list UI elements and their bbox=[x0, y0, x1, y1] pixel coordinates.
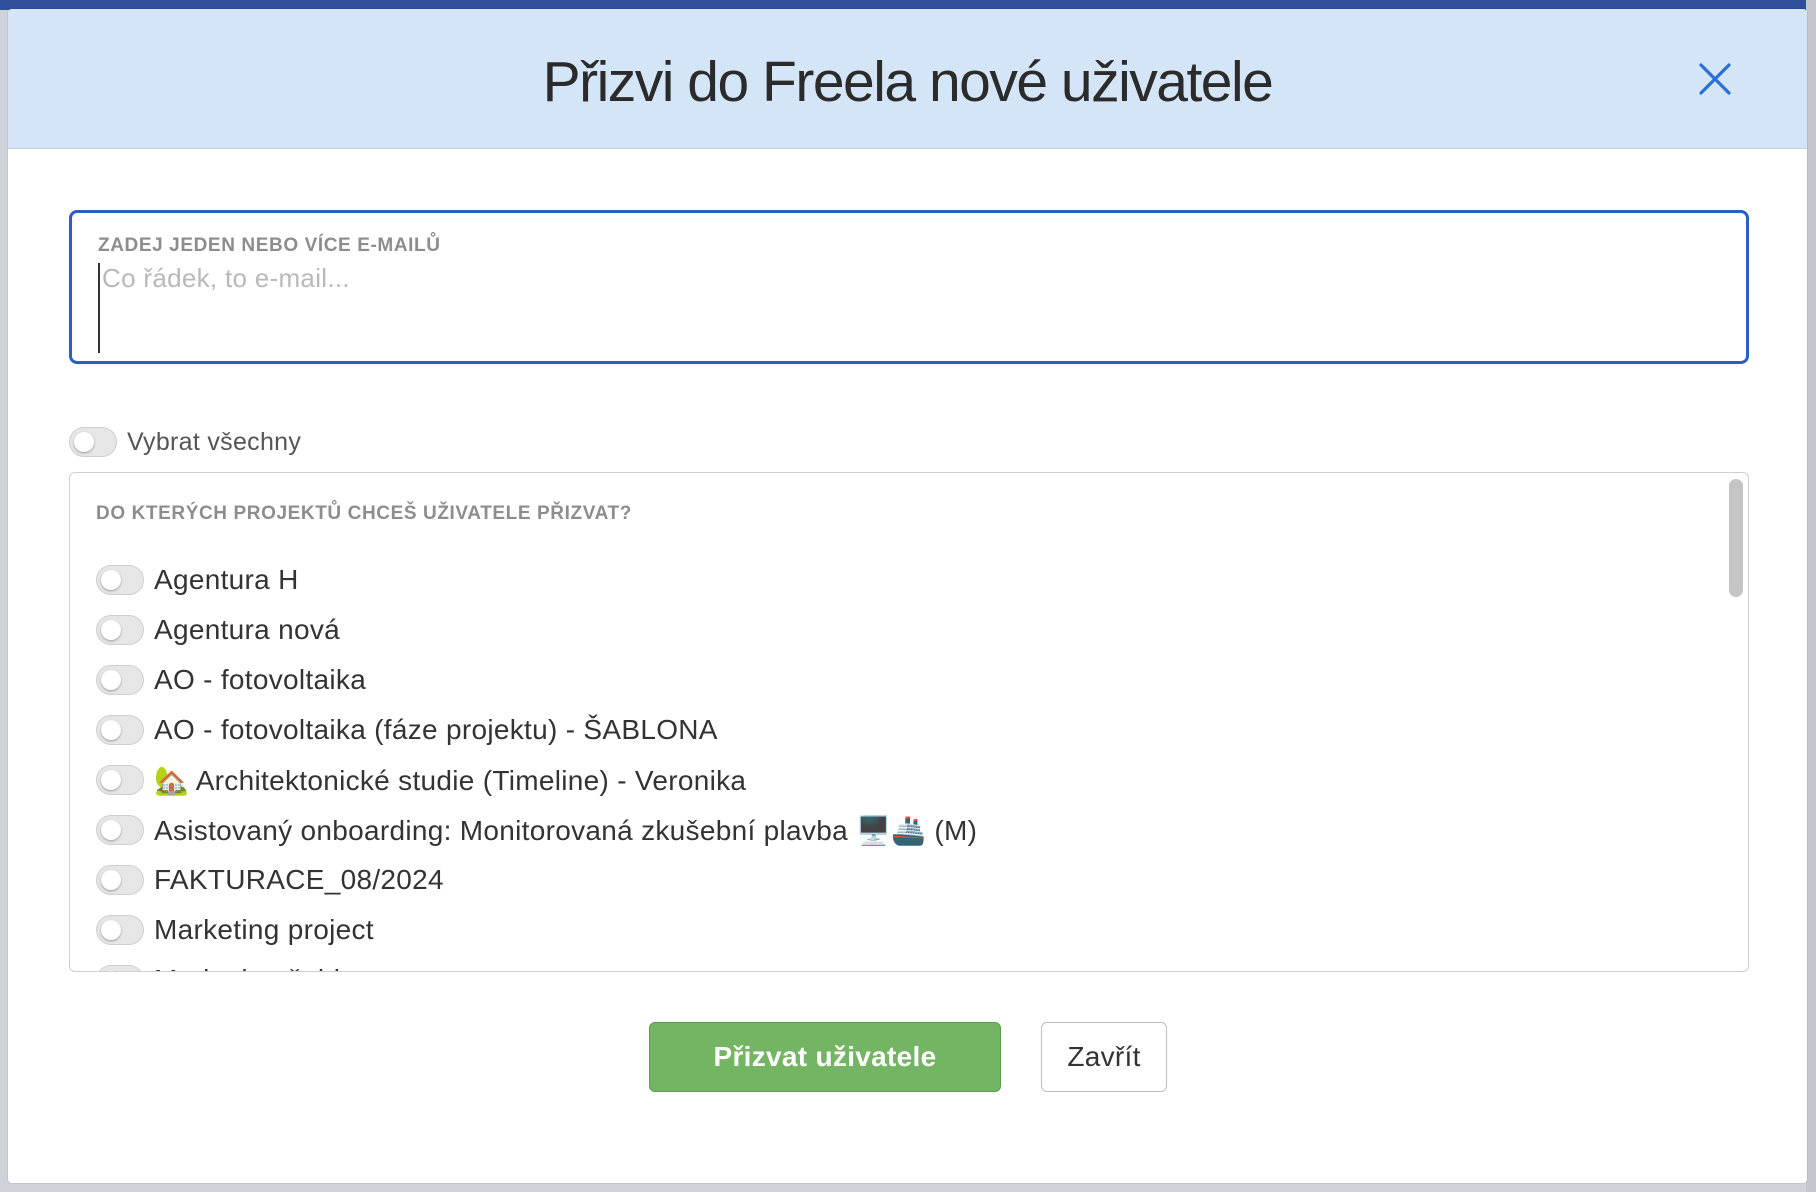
project-item: Asistovaný onboarding: Monitorovaná zkuš… bbox=[96, 805, 1696, 855]
background-right-edge bbox=[1806, 0, 1816, 1192]
projects-list-container: DO KTERÝCH PROJEKTŮ CHCEŠ UŽIVATELE PŘIZ… bbox=[69, 472, 1749, 972]
project-label: Marketing šablona bbox=[154, 964, 388, 971]
toggle-knob bbox=[101, 620, 121, 640]
toggle-knob bbox=[101, 770, 121, 790]
toggle-knob bbox=[74, 432, 94, 452]
project-toggle[interactable] bbox=[96, 665, 144, 695]
toggle-knob bbox=[101, 820, 121, 840]
project-toggle[interactable] bbox=[96, 715, 144, 745]
select-all-label: Vybrat všechny bbox=[127, 427, 302, 456]
project-item: AO - fotovoltaika (fáze projektu) - ŠABL… bbox=[96, 705, 1696, 755]
project-item: 🏡 Architektonické studie (Timeline) - Ve… bbox=[96, 755, 1696, 805]
project-item: Marketing šablona bbox=[96, 955, 1696, 971]
scrollbar-thumb[interactable] bbox=[1729, 479, 1743, 597]
project-label: Agentura H bbox=[154, 564, 299, 595]
project-toggle[interactable] bbox=[96, 615, 144, 645]
project-toggle[interactable] bbox=[96, 765, 144, 795]
select-all-toggle[interactable] bbox=[69, 427, 117, 457]
close-icon[interactable] bbox=[1697, 61, 1733, 97]
toggle-knob bbox=[101, 970, 121, 971]
projects-list-label: DO KTERÝCH PROJEKTŮ CHCEŠ UŽIVATELE PŘIZ… bbox=[96, 503, 632, 524]
toggle-knob bbox=[101, 920, 121, 940]
modal-title: Přizvi do Freela nové uživatele bbox=[542, 50, 1274, 114]
toggle-knob bbox=[101, 720, 121, 740]
project-toggle[interactable] bbox=[96, 815, 144, 845]
invite-users-modal: Přizvi do Freela nové uživatele ZADEJ JE… bbox=[8, 9, 1807, 1183]
project-toggle[interactable] bbox=[96, 865, 144, 895]
toggle-knob bbox=[101, 570, 121, 590]
email-field[interactable] bbox=[98, 263, 1718, 353]
projects-scrollbar[interactable] bbox=[1726, 475, 1746, 969]
project-label: AO - fotovoltaika (fáze projektu) - ŠABL… bbox=[154, 714, 718, 745]
project-item: FAKTURACE_08/2024 bbox=[96, 855, 1696, 905]
project-item: Agentura H bbox=[96, 555, 1696, 605]
project-label: FAKTURACE_08/2024 bbox=[154, 864, 444, 895]
project-item: Agentura nová bbox=[96, 605, 1696, 655]
project-label: 🏡 Architektonické studie (Timeline) - Ve… bbox=[154, 764, 747, 796]
project-label: Agentura nová bbox=[154, 614, 341, 645]
close-button[interactable]: Zavřít bbox=[1041, 1022, 1167, 1092]
project-toggle[interactable] bbox=[96, 565, 144, 595]
invite-users-button[interactable]: Přizvat uživatele bbox=[649, 1022, 1001, 1092]
email-field-container: ZADEJ JEDEN NEBO VÍCE E-MAILŮ bbox=[69, 210, 1749, 364]
select-all-row: Vybrat všechny bbox=[69, 427, 301, 457]
toggle-knob bbox=[101, 670, 121, 690]
project-item: AO - fotovoltaika bbox=[96, 655, 1696, 705]
email-field-label: ZADEJ JEDEN NEBO VÍCE E-MAILŮ bbox=[98, 235, 441, 256]
project-toggle[interactable] bbox=[96, 915, 144, 945]
project-toggle[interactable] bbox=[96, 965, 144, 971]
project-item: Marketing project bbox=[96, 905, 1696, 955]
project-label: Asistovaný onboarding: Monitorovaná zkuš… bbox=[154, 814, 978, 846]
toggle-knob bbox=[101, 870, 121, 890]
project-label: Marketing project bbox=[154, 914, 374, 945]
project-list: Agentura H Agentura nová AO - fotovoltai… bbox=[96, 555, 1696, 971]
project-label: AO - fotovoltaika bbox=[154, 664, 367, 695]
modal-header: Přizvi do Freela nové uživatele bbox=[8, 9, 1807, 149]
